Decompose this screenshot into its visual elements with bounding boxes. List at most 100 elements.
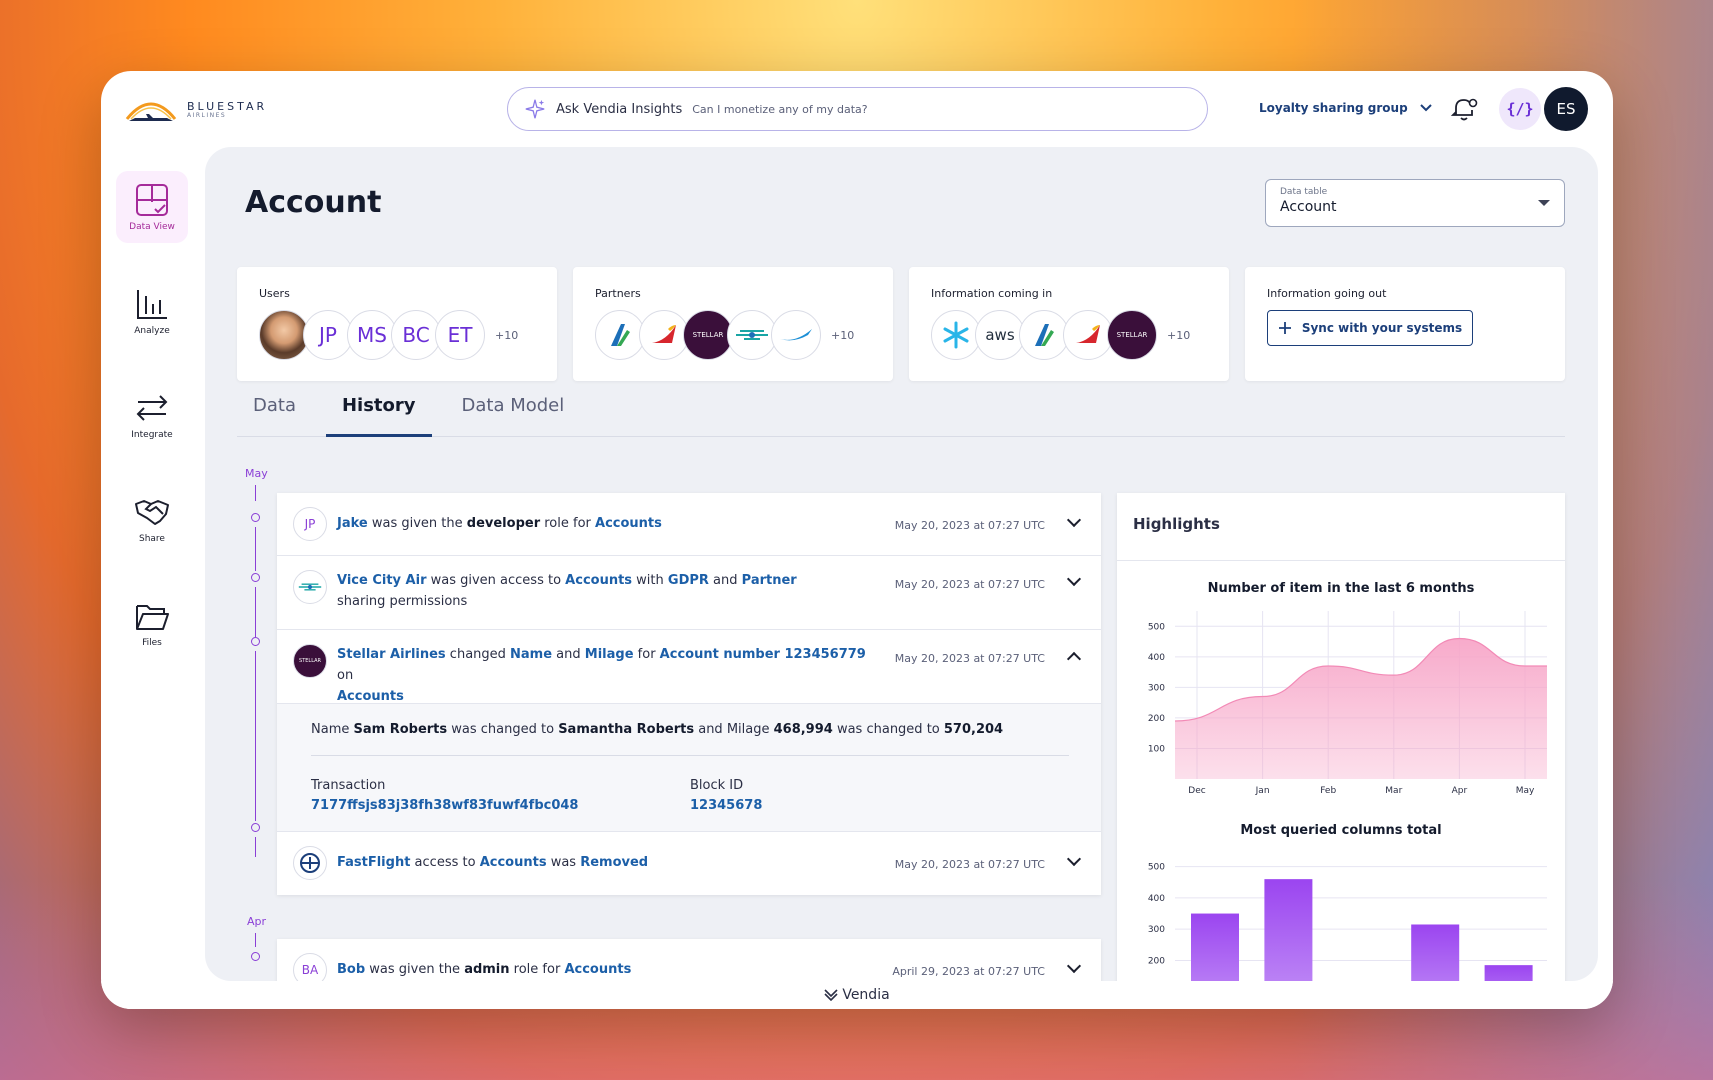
search-input[interactable] bbox=[692, 102, 1093, 116]
timeline-dot bbox=[251, 573, 260, 582]
history-link[interactable]: Name bbox=[510, 647, 552, 662]
history-link[interactable]: Accounts bbox=[480, 855, 547, 870]
history-link[interactable]: GDPR bbox=[668, 573, 709, 588]
history-row[interactable]: FastFlight access to Accounts was Remove… bbox=[277, 832, 1101, 895]
user-avatar-jp[interactable]: JP bbox=[303, 310, 353, 360]
chevron-down-icon[interactable] bbox=[1066, 512, 1082, 528]
tab-bar: Data History Data Model bbox=[237, 395, 1565, 437]
transaction-link[interactable]: 7177ffsjs83j38fh38wf83fuwf4fbc048 bbox=[311, 798, 690, 813]
users-avatars[interactable]: JP MS BC ET +10 bbox=[259, 310, 535, 360]
change-summary: Name Sam Roberts was changed to Samantha… bbox=[311, 722, 1069, 756]
history-link[interactable]: Vice City Air bbox=[337, 573, 426, 588]
card-title: Information coming in bbox=[931, 287, 1053, 300]
partner-logo-stellar[interactable]: STELLAR bbox=[683, 310, 733, 360]
history-link[interactable]: Account number 123456779 bbox=[660, 647, 866, 662]
history-link[interactable]: Accounts bbox=[595, 516, 662, 531]
card-title: Information going out bbox=[1267, 287, 1387, 300]
history-row[interactable]: STELLAR Stellar Airlines changed Name an… bbox=[277, 630, 1101, 704]
sidebar-item-integrate[interactable]: Integrate bbox=[116, 379, 188, 451]
history-detail: Name Sam Roberts was changed to Samantha… bbox=[277, 704, 1101, 832]
transaction-column: Transaction 7177ffsjs83j38fh38wf83fuwf4f… bbox=[311, 778, 690, 813]
sidebar-label: Files bbox=[142, 638, 162, 648]
sidebar-item-share[interactable]: Share bbox=[116, 483, 188, 555]
history-link[interactable]: Jake bbox=[337, 516, 368, 531]
sync-button[interactable]: Sync with your systems bbox=[1267, 310, 1473, 346]
timeline-line bbox=[255, 485, 256, 501]
sidebar-item-files[interactable]: Files bbox=[116, 587, 188, 659]
history-link[interactable]: Accounts bbox=[337, 689, 404, 704]
history-date: May 20, 2023 at 07:27 UTC bbox=[894, 858, 1045, 871]
developer-button[interactable]: {/} bbox=[1499, 88, 1541, 130]
tab-data[interactable]: Data bbox=[237, 395, 312, 437]
more-count[interactable]: +10 bbox=[831, 329, 854, 342]
user-photo-avatar[interactable] bbox=[259, 310, 309, 360]
more-count[interactable]: +10 bbox=[495, 329, 518, 342]
summary-cards: Users JP MS BC ET +10 Partners STELLAR +… bbox=[237, 267, 1565, 381]
partner-logo-stellar[interactable]: STELLAR bbox=[1107, 310, 1157, 360]
history-text: Vice City Air was given access to Accoun… bbox=[337, 570, 877, 612]
history-row[interactable]: BA Bob was given the admin role for Acco… bbox=[277, 939, 1101, 981]
card-info-out: Information going out Sync with your sys… bbox=[1245, 267, 1565, 381]
history-link[interactable]: Accounts bbox=[564, 962, 631, 977]
sidebar-item-data-view[interactable]: Data View bbox=[116, 171, 188, 243]
chevron-down-icon[interactable] bbox=[1066, 958, 1082, 974]
group-select-value: Loyalty sharing group bbox=[1259, 101, 1408, 115]
partner-logo-red-icon[interactable] bbox=[1063, 310, 1113, 360]
chevron-down-icon[interactable] bbox=[1066, 851, 1082, 867]
brand-logo[interactable]: BLUESTAR AIRLINES bbox=[123, 95, 267, 125]
partner-logo-red-icon[interactable] bbox=[639, 310, 689, 360]
bell-icon[interactable] bbox=[1448, 93, 1480, 125]
footer-brand-name: Vendia bbox=[842, 987, 890, 1003]
y-tick-label: 500 bbox=[1148, 622, 1165, 632]
history-link[interactable]: Accounts bbox=[565, 573, 632, 588]
history-fragment: for bbox=[633, 647, 660, 662]
transaction-label: Transaction bbox=[311, 778, 386, 793]
history-row[interactable]: Vice City Air was given access to Accoun… bbox=[277, 556, 1101, 630]
arrows-exchange-icon bbox=[136, 395, 168, 421]
history-link[interactable]: Removed bbox=[580, 855, 648, 870]
history-link[interactable]: Bob bbox=[337, 962, 365, 977]
history-row[interactable]: JP Jake was given the developer role for… bbox=[277, 493, 1101, 556]
x-tick-label: Apr bbox=[1452, 786, 1468, 796]
caret-down-icon bbox=[1538, 200, 1550, 206]
history-strong: developer bbox=[466, 516, 541, 531]
data-view-icon bbox=[136, 184, 168, 216]
history-link[interactable]: Stellar Airlines bbox=[337, 647, 446, 662]
user-avatar-ms[interactable]: MS bbox=[347, 310, 397, 360]
more-count[interactable]: +10 bbox=[1167, 329, 1190, 342]
partner-logo-green-icon[interactable] bbox=[595, 310, 645, 360]
aws-logo[interactable]: aws bbox=[975, 310, 1025, 360]
history-link[interactable]: Partner bbox=[742, 573, 797, 588]
y-tick-label: 400 bbox=[1148, 894, 1165, 904]
group-select[interactable]: Loyalty sharing group bbox=[1259, 101, 1432, 115]
app-window: BLUESTAR AIRLINES Ask Vendia Insights Lo… bbox=[101, 71, 1613, 1009]
history-date: May 20, 2023 at 07:27 UTC bbox=[894, 652, 1045, 665]
partner-logo-wings-icon[interactable] bbox=[727, 310, 777, 360]
partner-logo-plane-icon[interactable] bbox=[771, 310, 821, 360]
tab-history[interactable]: History bbox=[325, 395, 432, 437]
sidebar-label: Share bbox=[139, 534, 165, 544]
history-link[interactable]: FastFlight bbox=[337, 855, 410, 870]
history-text: Stellar Airlines changed Name and Milage… bbox=[337, 644, 877, 707]
chart-title: Most queried columns total bbox=[1240, 823, 1442, 838]
data-table-select[interactable]: Data table Account bbox=[1265, 179, 1565, 227]
user-avatar-et[interactable]: ET bbox=[435, 310, 485, 360]
tab-data-model[interactable]: Data Model bbox=[446, 395, 581, 437]
insights-search[interactable]: Ask Vendia Insights bbox=[507, 87, 1208, 131]
partner-logos[interactable]: STELLAR +10 bbox=[595, 310, 871, 360]
source-logos[interactable]: aws STELLAR +10 bbox=[931, 310, 1207, 360]
snowflake-icon[interactable] bbox=[931, 310, 981, 360]
stellar-icon-text: STELLAR bbox=[299, 658, 321, 664]
block-link[interactable]: 12345678 bbox=[690, 798, 1069, 813]
sidebar-item-analyze[interactable]: Analyze bbox=[116, 275, 188, 347]
aws-text: aws bbox=[985, 326, 1015, 344]
user-avatar[interactable]: ES bbox=[1544, 87, 1588, 131]
partner-logo-green-icon[interactable] bbox=[1019, 310, 1069, 360]
chevron-up-icon[interactable] bbox=[1066, 651, 1082, 667]
chevron-down-icon[interactable] bbox=[1066, 571, 1082, 587]
timeline-month: May bbox=[245, 467, 268, 480]
user-avatar-bc[interactable]: BC bbox=[391, 310, 441, 360]
history-avatar: JP bbox=[293, 507, 327, 541]
history-link[interactable]: Milage bbox=[585, 647, 634, 662]
x-tick-label: Jan bbox=[1255, 786, 1270, 796]
